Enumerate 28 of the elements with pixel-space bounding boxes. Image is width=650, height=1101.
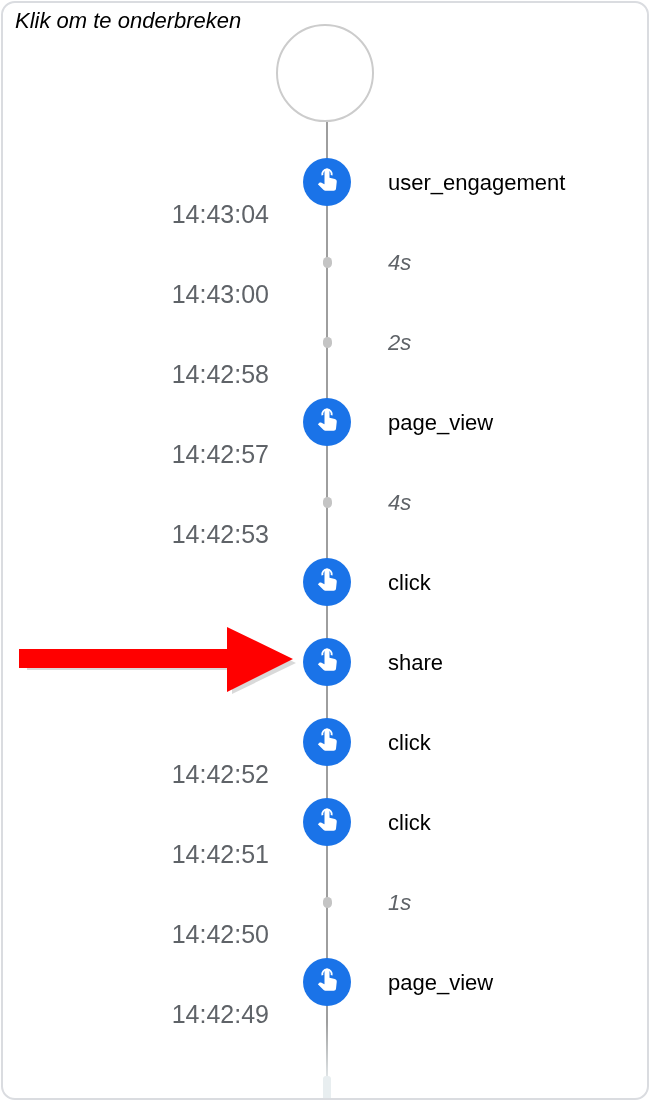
timestamp: 14:42:53	[171, 520, 269, 548]
event-name: click	[388, 808, 431, 837]
event-icon[interactable]	[303, 638, 351, 686]
event-name: page_view	[388, 968, 494, 997]
timestamp: 14:42:52	[171, 760, 269, 788]
event-icon[interactable]	[303, 158, 351, 206]
event-name: user_engagement	[388, 168, 566, 197]
timestamp: 14:42:51	[171, 840, 269, 868]
event-icon[interactable]	[303, 398, 351, 446]
timestamp: 14:42:58	[171, 360, 269, 388]
timestamp: 14:43:04	[171, 200, 269, 228]
timestamp: 14:42:49	[171, 1000, 269, 1028]
gap-duration: 4s	[388, 248, 412, 277]
timestamp: 14:42:50	[171, 920, 269, 948]
event-icon[interactable]	[303, 558, 351, 606]
event-icon[interactable]	[303, 798, 351, 846]
gap-duration: 2s	[388, 328, 412, 357]
event-icon[interactable]	[303, 958, 351, 1006]
event-name: share	[388, 648, 444, 677]
hint-text: Klik om te onderbreken	[15, 7, 242, 35]
timestamp: 14:43:00	[171, 280, 269, 308]
event-name: page_view	[388, 408, 494, 437]
event-name: click	[388, 728, 431, 757]
event-icon[interactable]	[303, 718, 351, 766]
event-name: click	[388, 568, 431, 597]
gap-duration: 4s	[388, 488, 412, 517]
gap-duration: 1s	[388, 888, 412, 917]
timestamp: 14:42:57	[171, 440, 269, 468]
